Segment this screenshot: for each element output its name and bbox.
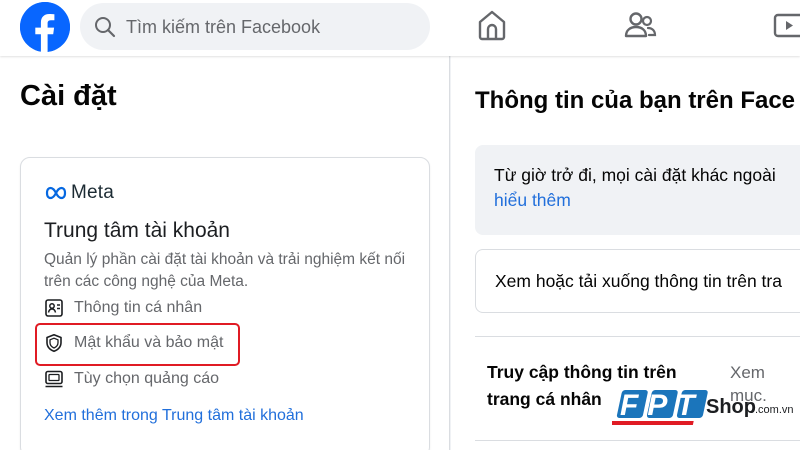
meta-logo-text: Meta xyxy=(71,182,115,203)
personal-info-icon xyxy=(45,299,63,317)
menu-item-ad-preferences[interactable]: Tùy chọn quảng cáo xyxy=(44,368,219,390)
description-line: Xem xyxy=(730,363,765,382)
top-navigation-bar: Tìm kiếm trên Facebook xyxy=(0,0,800,56)
settings-panel: Cài đặt Meta Trung tâm tài khoản Quản lý… xyxy=(0,56,450,450)
watch-icon[interactable] xyxy=(772,8,800,42)
fpt-shop-watermark: FPT Shop .com.vn xyxy=(612,389,794,425)
search-icon xyxy=(95,17,116,38)
divider xyxy=(475,336,800,337)
meta-logo: Meta xyxy=(44,182,114,204)
learn-more-link[interactable]: hiểu thêm xyxy=(494,190,571,211)
domain-text: .com.vn xyxy=(755,404,794,416)
accounts-center-title: Trung tâm tài khoản xyxy=(44,219,230,242)
accounts-center-card: Meta Trung tâm tài khoản Quản lý phần cà… xyxy=(20,157,430,450)
accounts-center-description: Quản lý phần cài đặt tài khoản và trải n… xyxy=(44,251,406,290)
divider xyxy=(475,440,800,441)
home-icon[interactable] xyxy=(475,8,509,42)
friends-icon[interactable] xyxy=(623,8,657,42)
highlight-box xyxy=(35,323,240,366)
shop-text: Shop xyxy=(706,396,756,418)
menu-item-personal-info[interactable]: Thông tin cá nhân xyxy=(44,297,202,319)
search-input[interactable]: Tìm kiếm trên Facebook xyxy=(80,3,430,50)
meta-infinity-icon xyxy=(45,186,67,200)
menu-item-label: Thông tin cá nhân xyxy=(74,299,203,316)
see-more-accounts-center-link[interactable]: Xem thêm trong Trung tâm tài khoản xyxy=(44,407,304,425)
download-information-label: Xem hoặc tải xuống thông tin trên tra xyxy=(495,271,782,291)
ad-preferences-icon xyxy=(45,370,63,388)
facebook-logo-icon[interactable] xyxy=(20,2,70,52)
page-title: Cài đặt xyxy=(20,80,117,112)
download-information-row[interactable]: Xem hoặc tải xuống thông tin trên tra xyxy=(475,249,800,313)
fpt-text: FPT xyxy=(620,389,704,422)
notice-text: Từ giờ trở đi, mọi cài đặt khác ngoài xyxy=(494,165,776,185)
search-placeholder: Tìm kiếm trên Facebook xyxy=(126,17,321,37)
section-title: Thông tin của bạn trên Face xyxy=(475,87,796,114)
info-notice: Từ giờ trở đi, mọi cài đặt khác ngoài hi… xyxy=(475,145,800,235)
menu-item-label: Tùy chọn quảng cáo xyxy=(74,370,219,387)
